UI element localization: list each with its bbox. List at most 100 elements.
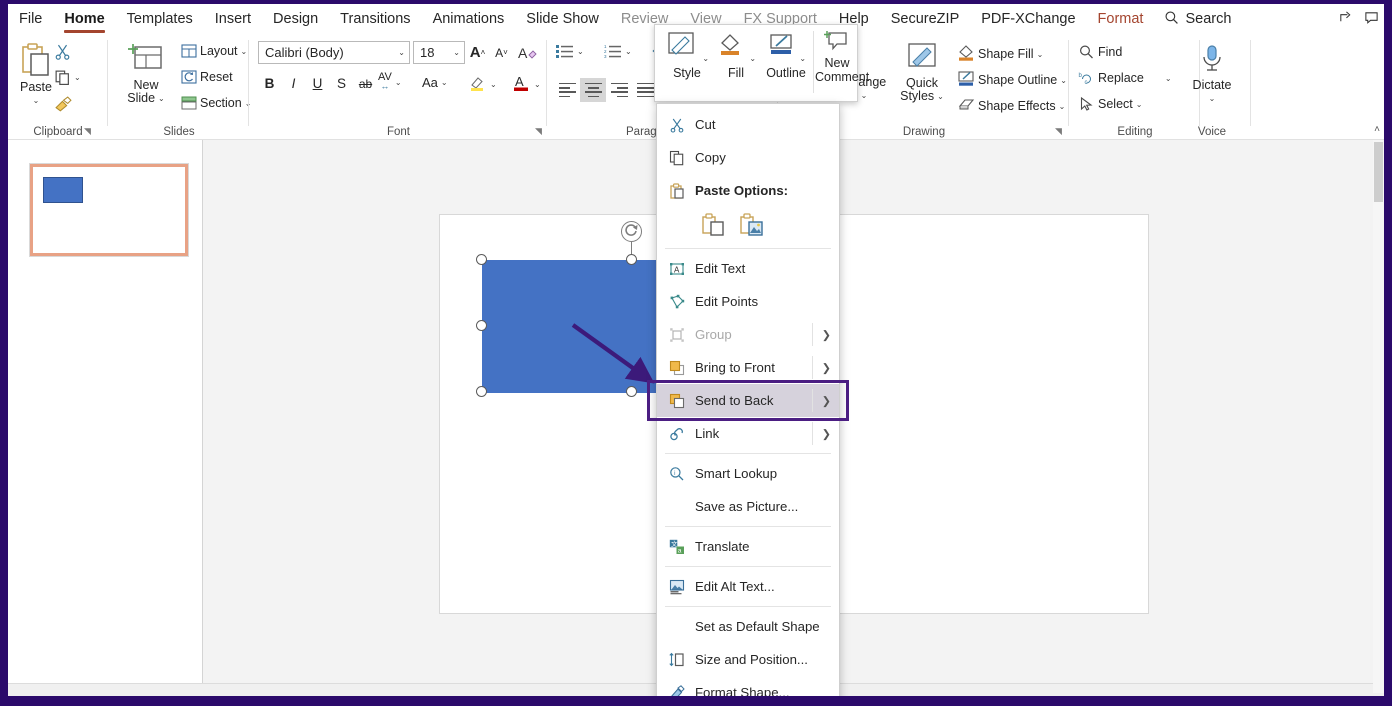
font-color-chevron-down-icon[interactable]: ⌄ [534, 80, 541, 89]
mini-style-button[interactable]: ⌄ Style [661, 31, 713, 80]
context-menu-item-edit-points[interactable]: Edit Points [657, 285, 839, 318]
spacing-chevron-down-icon[interactable]: ⌄ [395, 78, 402, 87]
section-button[interactable]: Section ⌄ [181, 96, 251, 110]
case-chevron-down-icon[interactable]: ⌄ [441, 78, 448, 87]
clear-formatting-button[interactable]: A [516, 41, 539, 64]
comment-icon[interactable] [1358, 10, 1384, 28]
cut-button[interactable] [54, 43, 71, 60]
shape-outline-chevron-down-icon[interactable]: ⌄ [1060, 76, 1067, 85]
replace-button[interactable]: bc Replace ⌄ [1078, 70, 1172, 86]
tab-insert[interactable]: Insert [204, 4, 262, 34]
mini-fill-button[interactable]: ⌄ Fill [713, 31, 759, 80]
mini-outline-button[interactable]: ⌄ Outline [758, 31, 814, 80]
align-right-button[interactable] [606, 78, 632, 102]
chevron-right-icon[interactable]: ❯ [822, 394, 831, 407]
select-chevron-down-icon[interactable]: ⌄ [1136, 100, 1143, 109]
context-menu-item-send-to-back[interactable]: Send to Back ❯ [647, 380, 849, 421]
shape-fill-button[interactable]: Shape Fill ⌄ [957, 44, 1043, 64]
decrease-font-size-button[interactable]: A ˅ [490, 41, 513, 64]
highlight-chevron-down-icon[interactable]: ⌄ [490, 80, 497, 89]
mini-style-chevron-down-icon[interactable]: ⌄ [702, 54, 709, 63]
tab-templates[interactable]: Templates [116, 4, 204, 34]
text-shadow-button[interactable]: S [330, 72, 353, 95]
selection-handle-w[interactable] [476, 320, 487, 331]
new-slide-button[interactable]: New Slide ⌄ [115, 42, 177, 105]
chevron-right-icon[interactable]: ❯ [822, 427, 831, 440]
mini-new-comment-button[interactable]: New Comment [815, 29, 869, 84]
selection-handle-sw[interactable] [476, 386, 487, 397]
replace-chevron-down-icon[interactable]: ⌄ [1165, 74, 1172, 83]
align-left-button[interactable] [554, 78, 580, 102]
character-spacing-button[interactable]: AV ↔ ⌄ [378, 72, 402, 91]
tab-transitions[interactable]: Transitions [329, 4, 421, 34]
mini-fill-chevron-down-icon[interactable]: ⌄ [749, 54, 756, 63]
font-size-input[interactable]: 18 ⌄ [413, 41, 465, 64]
shape-effects-button[interactable]: Shape Effects ⌄ [957, 96, 1065, 116]
context-menu-item-edit-text[interactable]: A Edit Text [657, 252, 839, 285]
change-case-button[interactable]: Aa ⌄ [422, 75, 448, 90]
collapse-ribbon-icon[interactable]: ˄ [1374, 124, 1380, 135]
share-icon[interactable] [1332, 10, 1358, 28]
dictate-chevron-down-icon[interactable]: ⌄ [1181, 92, 1243, 105]
selection-handle-s[interactable] [626, 386, 637, 397]
font-name-input[interactable]: Calibri (Body) ⌄ [258, 41, 410, 64]
increase-font-size-button[interactable]: A ˄ [466, 41, 489, 64]
context-menu-item-copy[interactable]: Copy [657, 141, 839, 174]
paste-keep-formatting-icon[interactable] [701, 212, 727, 241]
context-menu-item-translate[interactable]: 文a Translate [657, 530, 839, 563]
shape-outline-button[interactable]: Shape Outline ⌄ [957, 70, 1067, 90]
copy-chevron-down-icon[interactable]: ⌄ [74, 73, 81, 82]
format-painter-button[interactable] [54, 96, 73, 113]
chevron-right-icon[interactable]: ❯ [822, 361, 831, 374]
tab-home[interactable]: Home [53, 4, 115, 34]
numbering-button[interactable]: 123 ⌄ [604, 44, 632, 58]
text-highlight-button[interactable]: ⌄ [468, 73, 497, 95]
tab-pdf-xchange[interactable]: PDF-XChange [970, 4, 1086, 34]
underline-button[interactable]: U [306, 72, 329, 95]
rotation-handle[interactable] [621, 221, 642, 242]
tab-slide-show[interactable]: Slide Show [515, 4, 610, 34]
quick-styles-chevron-down-icon[interactable]: ⌄ [937, 90, 944, 103]
font-name-chevron-down-icon[interactable]: ⌄ [398, 48, 405, 57]
shape-fill-chevron-down-icon[interactable]: ⌄ [1037, 50, 1044, 59]
context-menu-item-edit-alt-text[interactable]: Edit Alt Text... [657, 570, 839, 603]
slide-thumbnail-1[interactable] [29, 163, 189, 257]
context-menu-item-smart-lookup[interactable]: i Smart Lookup [657, 457, 839, 490]
tab-securezip[interactable]: SecureZIP [880, 4, 971, 34]
context-menu-item-cut[interactable]: Cut [657, 108, 839, 141]
font-size-chevron-down-icon[interactable]: ⌄ [453, 48, 460, 57]
font-color-button[interactable]: A ⌄ [512, 73, 541, 95]
copy-button[interactable]: ⌄ [54, 69, 81, 86]
tab-format[interactable]: Format [1087, 4, 1155, 34]
bold-button[interactable]: B [258, 72, 281, 95]
layout-chevron-down-icon[interactable]: ⌄ [241, 47, 248, 56]
context-menu-item-size-and-position[interactable]: Size and Position... [657, 643, 839, 676]
layout-button[interactable]: Layout ⌄ [181, 44, 247, 58]
tab-file[interactable]: File [8, 4, 53, 34]
selection-handle-nw[interactable] [476, 254, 487, 265]
strikethrough-button[interactable]: ab [354, 72, 377, 95]
quick-styles-button[interactable]: Quick Styles ⌄ [891, 42, 953, 103]
new-slide-chevron-down-icon[interactable]: ⌄ [158, 92, 165, 105]
bullets-chevron-down-icon[interactable]: ⌄ [577, 47, 584, 56]
shape-effects-chevron-down-icon[interactable]: ⌄ [1059, 102, 1066, 111]
context-menu-item-link[interactable]: Link ❯ [657, 417, 839, 450]
numbering-chevron-down-icon[interactable]: ⌄ [625, 47, 632, 56]
mini-outline-chevron-down-icon[interactable]: ⌄ [799, 54, 806, 63]
drawing-dialog-launcher-icon[interactable]: ◥ [1055, 126, 1062, 137]
reset-button[interactable]: Reset [181, 70, 233, 84]
select-button[interactable]: Select ⌄ [1078, 96, 1142, 112]
paste-picture-icon[interactable] [739, 212, 765, 241]
font-dialog-launcher-icon[interactable]: ◥ [535, 126, 542, 137]
vertical-scrollbar[interactable] [1373, 140, 1384, 693]
dictate-button[interactable]: Dictate ⌄ [1181, 44, 1243, 105]
context-menu-item-save-as-picture[interactable]: Save as Picture... [657, 490, 839, 523]
italic-button[interactable]: I [282, 72, 305, 95]
tab-design[interactable]: Design [262, 4, 329, 34]
search-box[interactable]: Search [1154, 10, 1241, 29]
bullets-button[interactable]: ⌄ [556, 44, 584, 58]
tab-animations[interactable]: Animations [422, 4, 516, 34]
find-button[interactable]: Find [1078, 44, 1122, 60]
clipboard-dialog-launcher-icon[interactable]: ◥ [84, 126, 91, 137]
context-menu-item-set-as-default-shape[interactable]: Set as Default Shape [657, 610, 839, 643]
